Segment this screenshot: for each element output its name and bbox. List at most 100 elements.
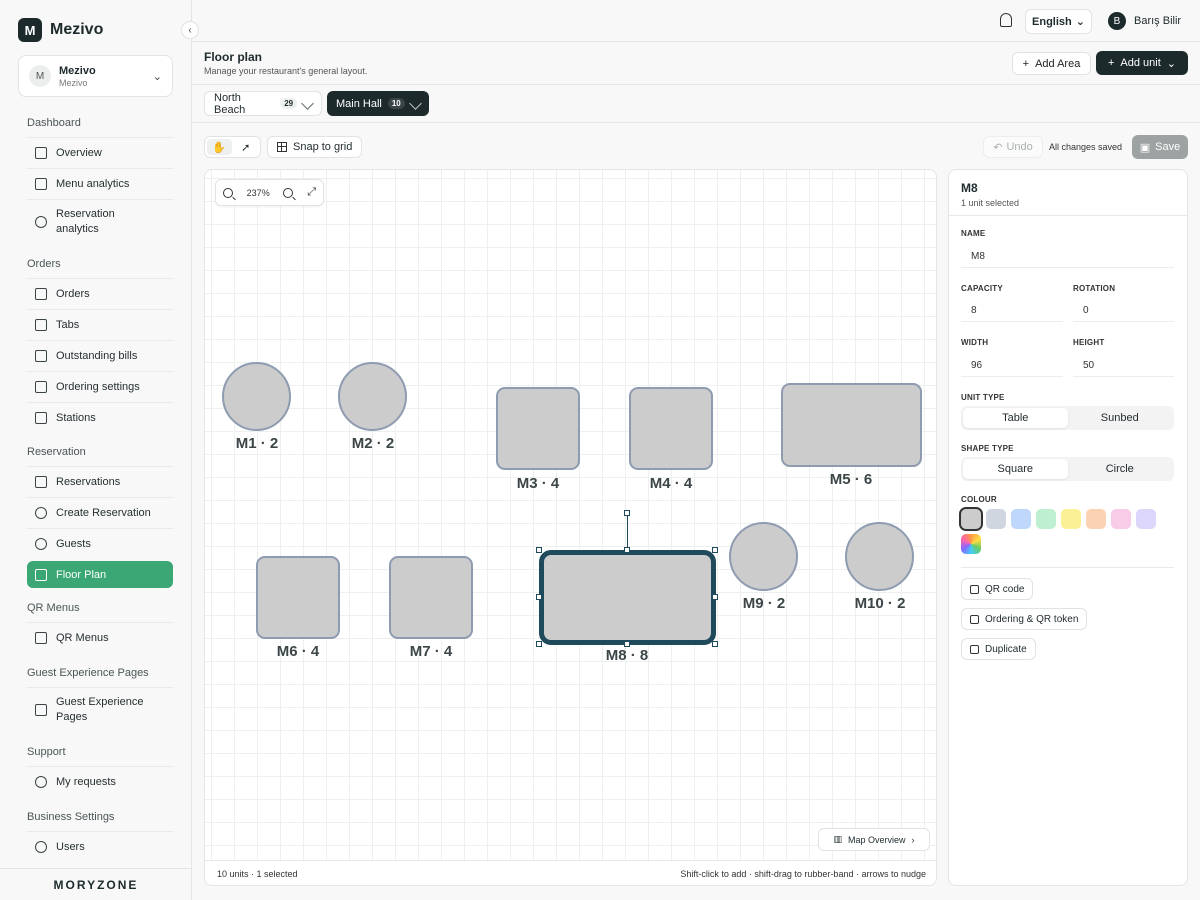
colour-swatch[interactable] bbox=[1011, 509, 1031, 529]
zoom-out-icon[interactable] bbox=[222, 187, 233, 198]
panel-title: M8 bbox=[961, 181, 978, 195]
sidebar-item-guest-experience-pages[interactable]: Guest Experience Pages bbox=[27, 687, 173, 732]
sidebar-item-orders[interactable]: Orders bbox=[27, 278, 173, 309]
save-button[interactable]: ▣ Save bbox=[1132, 135, 1188, 159]
unit-label: M3 · 4 bbox=[516, 475, 560, 492]
brand[interactable]: M Mezivo bbox=[18, 18, 103, 42]
unit-label: M7 · 4 bbox=[409, 643, 453, 660]
zoom-in-icon[interactable] bbox=[283, 187, 294, 198]
pan-tool-button[interactable]: ✋ bbox=[207, 139, 232, 155]
sidebar-item-stations[interactable]: Stations bbox=[27, 402, 173, 433]
qr-code-icon bbox=[970, 584, 979, 594]
tab-north-beach[interactable]: North Beach 29 bbox=[204, 91, 322, 116]
user-avatar-icon: B bbox=[1108, 12, 1126, 30]
page-subtitle: Manage your restaurant's general layout. bbox=[204, 66, 368, 76]
sidebar-item-overview[interactable]: Overview bbox=[27, 137, 173, 168]
user-circle-icon bbox=[35, 538, 47, 550]
pie-chart-icon bbox=[35, 216, 47, 228]
height-input[interactable]: 50 bbox=[1073, 360, 1174, 377]
tab-main-hall[interactable]: Main Hall 10 bbox=[327, 91, 429, 116]
unit-m4[interactable] bbox=[629, 387, 713, 470]
chevron-right-icon: › bbox=[911, 834, 915, 845]
sidebar-item-ordering-settings[interactable]: Ordering settings bbox=[27, 371, 173, 402]
unit-m9[interactable] bbox=[729, 522, 798, 591]
sidebar-item-reservation-analytics[interactable]: Reservation analytics bbox=[27, 199, 173, 244]
shape-type-square[interactable]: Square bbox=[963, 459, 1068, 479]
qr-code-button[interactable]: QR code bbox=[961, 578, 1034, 600]
add-area-button[interactable]: + Add Area bbox=[1012, 52, 1091, 75]
unit-type-table[interactable]: Table bbox=[963, 408, 1068, 428]
name-input[interactable]: M8 bbox=[961, 251, 1174, 268]
resize-handle-nw[interactable] bbox=[536, 547, 542, 553]
sidebar-item-outstanding-bills[interactable]: Outstanding bills bbox=[27, 340, 173, 371]
resize-handle-n[interactable] bbox=[624, 547, 630, 553]
chevron-down-icon: ⌄ bbox=[1075, 16, 1085, 28]
sidebar-item-guests[interactable]: Guests bbox=[27, 528, 173, 559]
map-icon: ▥ bbox=[833, 834, 842, 844]
unit-m6[interactable] bbox=[256, 556, 340, 639]
edit-icon[interactable] bbox=[408, 97, 422, 110]
sidebar-item-my-requests[interactable]: My requests bbox=[27, 766, 173, 797]
custom-colour-picker[interactable] bbox=[961, 534, 981, 554]
unit-m8[interactable] bbox=[539, 550, 716, 645]
capacity-input[interactable]: 8 bbox=[961, 305, 1063, 322]
bell-icon[interactable] bbox=[1000, 13, 1012, 27]
unit-m10[interactable] bbox=[845, 522, 914, 591]
nav-section-support: Support bbox=[27, 746, 66, 758]
user-menu[interactable]: B Barış Bilir bbox=[1108, 12, 1181, 30]
map-overview-button[interactable]: ▥ Map Overview › bbox=[818, 828, 930, 851]
colour-swatch[interactable] bbox=[1086, 509, 1106, 529]
sidebar-item-tabs[interactable]: Tabs bbox=[27, 309, 173, 340]
resize-handle-sw[interactable] bbox=[536, 641, 542, 647]
sidebar-item-reservations[interactable]: Reservations bbox=[27, 466, 173, 497]
nav-section-dashboard: Dashboard bbox=[27, 117, 81, 129]
edit-icon[interactable] bbox=[301, 97, 314, 110]
sidebar-item-users[interactable]: Users bbox=[27, 831, 173, 862]
cursor-icon: ➚ bbox=[241, 141, 251, 154]
colour-swatch[interactable] bbox=[1036, 509, 1056, 529]
width-input[interactable]: 96 bbox=[961, 360, 1063, 377]
sidebar-item-floor-plan[interactable]: Floor Plan bbox=[27, 561, 173, 588]
collapse-sidebar-button[interactable]: ‹ bbox=[181, 21, 199, 39]
undo-button[interactable]: ↶ Undo bbox=[983, 136, 1043, 158]
workspace-name: Mezivo bbox=[59, 64, 96, 77]
colour-swatch[interactable] bbox=[1136, 509, 1156, 529]
add-unit-button[interactable]: + Add unit ⌄ bbox=[1096, 51, 1188, 75]
rotation-handle[interactable] bbox=[624, 510, 630, 516]
unit-m3[interactable] bbox=[496, 387, 580, 470]
rotation-input[interactable]: 0 bbox=[1073, 305, 1174, 322]
select-tool-button[interactable]: ➚ bbox=[234, 139, 259, 155]
sidebar-item-qr-menus[interactable]: QR Menus bbox=[27, 622, 173, 653]
language-selector[interactable]: English ⌄ bbox=[1025, 9, 1092, 34]
unit-m1[interactable] bbox=[222, 362, 291, 431]
sidebar-item-create-reservation[interactable]: Create Reservation bbox=[27, 497, 173, 528]
unit-m2[interactable] bbox=[338, 362, 407, 431]
colour-label: COLOUR bbox=[961, 495, 997, 504]
unit-m7[interactable] bbox=[389, 556, 473, 639]
workspace-sub: Mezivo bbox=[59, 77, 88, 88]
unit-label: M4 · 4 bbox=[649, 475, 693, 492]
colour-swatch[interactable] bbox=[1061, 509, 1081, 529]
snap-to-grid-toggle[interactable]: Snap to grid bbox=[267, 136, 363, 158]
duplicate-button[interactable]: Duplicate bbox=[961, 638, 1036, 660]
sidebar-item-menu-analytics[interactable]: Menu analytics bbox=[27, 168, 173, 199]
unit-m5[interactable] bbox=[781, 383, 922, 467]
pages-icon bbox=[35, 704, 47, 716]
shape-type-circle[interactable]: Circle bbox=[1068, 459, 1173, 479]
resize-handle-ne[interactable] bbox=[712, 547, 718, 553]
colour-swatch[interactable] bbox=[1111, 509, 1131, 529]
ordering-token-button[interactable]: Ordering & QR token bbox=[961, 608, 1088, 630]
resize-handle-se[interactable] bbox=[712, 641, 718, 647]
floor-canvas[interactable]: 237% ⤢ M1 · 2 M2 · 2 M3 · 4 M4 · 4 M5 · … bbox=[204, 169, 937, 886]
colour-swatch[interactable] bbox=[959, 507, 983, 531]
unit-label: M1 · 2 bbox=[235, 435, 279, 452]
divider bbox=[949, 215, 1187, 216]
unit-label: M10 · 2 bbox=[854, 595, 906, 612]
resize-handle-w[interactable] bbox=[536, 594, 542, 600]
copy-icon bbox=[970, 644, 979, 654]
unit-type-sunbed[interactable]: Sunbed bbox=[1068, 408, 1173, 428]
fit-screen-icon[interactable]: ⤢ bbox=[307, 186, 316, 199]
workspace-selector[interactable]: M Mezivo Mezivo ⌄ bbox=[18, 55, 173, 97]
undo-icon: ↶ bbox=[993, 141, 1003, 154]
colour-swatch[interactable] bbox=[986, 509, 1006, 529]
